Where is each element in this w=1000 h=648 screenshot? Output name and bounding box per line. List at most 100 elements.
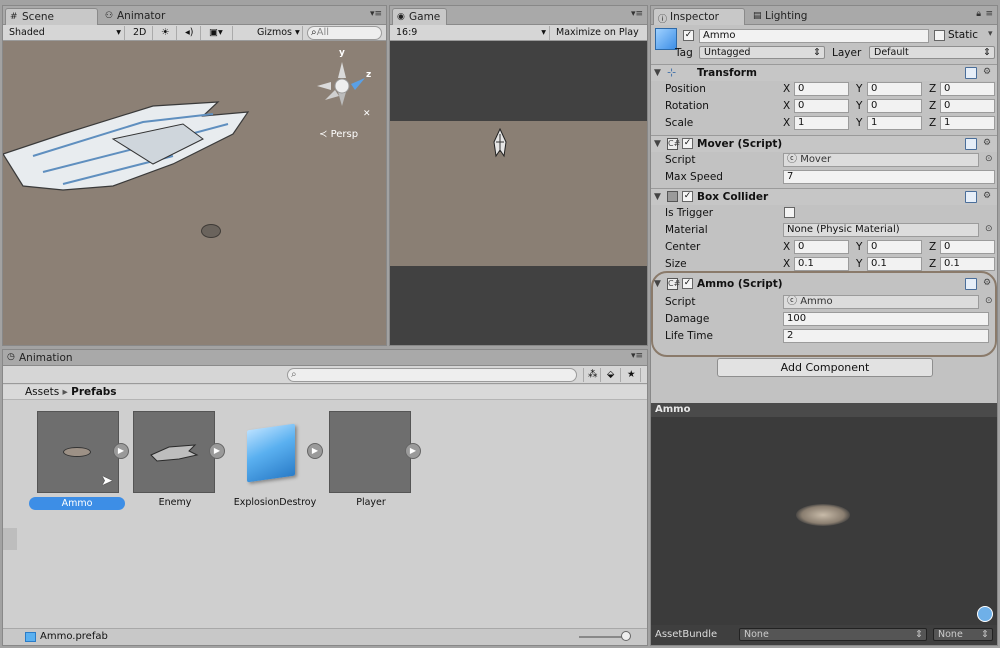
persp-label[interactable]: ≺ Persp (319, 129, 358, 140)
ammo-enabled-checkbox[interactable]: ✓ (682, 278, 693, 289)
scale-axis-y-label[interactable]: Y (856, 117, 862, 129)
assetbundle-variant-dropdown[interactable]: None ⇕ (933, 628, 993, 641)
gear-icon[interactable]: ⚙ (983, 67, 991, 77)
help-book-icon[interactable] (965, 278, 977, 290)
lifetime-field[interactable]: 2 (783, 329, 989, 343)
scale-z-field[interactable]: 1 (940, 116, 995, 130)
tab-game[interactable]: ◉ Game (392, 8, 448, 25)
position-y-field[interactable]: 0 (867, 82, 922, 96)
asset-tile-ammo[interactable]: ▶ ➤ Ammo (29, 411, 129, 511)
scale-axis-z-label[interactable]: Z (929, 117, 936, 129)
ammo-object[interactable] (201, 224, 221, 238)
material-field[interactable]: None (Physic Material) (783, 223, 979, 237)
object-picker-icon[interactable]: ⊙ (985, 224, 993, 234)
size-axis-x-label[interactable]: X (783, 258, 790, 270)
position-x-field[interactable]: 0 (794, 82, 849, 96)
center-y-field[interactable]: 0 (867, 240, 922, 254)
position-axis-y-label[interactable]: Y (856, 83, 862, 95)
rotation-z-field[interactable]: 0 (940, 99, 995, 113)
scale-axis-x-label[interactable]: X (783, 117, 790, 129)
player-ship-sprite[interactable] (491, 128, 509, 158)
object-name-field[interactable]: Ammo (699, 29, 929, 43)
center-axis-z-label[interactable]: Z (929, 241, 936, 253)
asset-tile-explosiondestroy[interactable]: ▶ ExplosionDestroy (229, 411, 327, 511)
static-checkbox[interactable] (934, 30, 945, 41)
spaceship-model[interactable] (3, 94, 263, 204)
play-arrow-icon[interactable]: ▶ (405, 443, 421, 459)
help-book-icon[interactable] (965, 138, 977, 150)
project-search-input[interactable]: ⌕ (287, 368, 577, 382)
maximize-on-play-toggle[interactable]: Maximize on Play (552, 26, 646, 40)
scene-search-input[interactable]: ⌕All (307, 26, 382, 40)
scene-panel-menu-icon[interactable]: ▾≡ (370, 9, 382, 19)
position-axis-z-label[interactable]: Z (929, 83, 936, 95)
foldout-arrow-icon[interactable]: ▼ (654, 68, 661, 78)
play-arrow-icon[interactable]: ▶ (307, 443, 323, 459)
size-y-field[interactable]: 0.1 (867, 257, 922, 271)
static-dropdown-icon[interactable]: ▾ (988, 29, 993, 39)
rotation-axis-z-label[interactable]: Z (929, 100, 936, 112)
foldout-arrow-icon[interactable]: ▼ (654, 192, 661, 202)
damage-field[interactable]: 100 (783, 312, 989, 326)
size-axis-y-label[interactable]: Y (856, 258, 862, 270)
foldout-arrow-icon[interactable]: ▼ (654, 139, 661, 149)
object-picker-icon[interactable]: ⊙ (985, 296, 993, 306)
tab-lighting[interactable]: ▤ Lighting (749, 8, 813, 25)
mover-script-field[interactable]: ⓒ Mover (783, 153, 979, 167)
ammo-script-header[interactable]: ▼ C# ✓ Ammo (Script) ⚙ (653, 276, 991, 293)
box-collider-header[interactable]: ▼ ✓ Box Collider ⚙ (651, 188, 997, 205)
2d-toggle[interactable]: 2D (129, 26, 153, 40)
preview-lighting-icon[interactable] (977, 606, 993, 622)
size-x-field[interactable]: 0.1 (794, 257, 849, 271)
center-z-field[interactable]: 0 (940, 240, 995, 254)
position-axis-x-label[interactable]: X (783, 83, 790, 95)
center-x-field[interactable]: 0 (794, 240, 849, 254)
filter-by-type-icon[interactable]: ⁂ (583, 368, 601, 382)
rotation-x-field[interactable]: 0 (794, 99, 849, 113)
gear-icon[interactable]: ⚙ (983, 278, 991, 288)
scale-x-field[interactable]: 1 (794, 116, 849, 130)
rotation-axis-y-label[interactable]: Y (856, 100, 862, 112)
size-z-field[interactable]: 0.1 (940, 257, 995, 271)
play-arrow-icon[interactable]: ▶ (209, 443, 225, 459)
breadcrumb-assets[interactable]: Assets (25, 386, 59, 398)
transform-header[interactable]: ▼ ⊹ Transform ⚙ (651, 64, 997, 81)
favorite-star-icon[interactable]: ★ (623, 368, 641, 382)
position-z-field[interactable]: 0 (940, 82, 995, 96)
asset-tile-player[interactable]: ▶ Player (327, 411, 425, 511)
tab-animator[interactable]: ⚇ Animator (101, 8, 171, 25)
breadcrumb-prefabs[interactable]: Prefabs (71, 386, 116, 398)
tag-dropdown[interactable]: Untagged ⇕ (699, 46, 825, 59)
gizmos-dropdown[interactable]: Gizmos ▾ (253, 26, 303, 40)
help-book-icon[interactable] (965, 67, 977, 79)
lighting-toggle-icon[interactable]: ☀ (157, 26, 177, 40)
tab-animation[interactable]: ◷ Animation (3, 350, 79, 366)
project-panel-menu-icon[interactable]: ▾≡ (631, 351, 643, 361)
assetbundle-dropdown[interactable]: None ⇕ (739, 628, 927, 641)
scale-y-field[interactable]: 1 (867, 116, 922, 130)
lock-icon[interactable]: 🔒︎ (976, 9, 981, 19)
tab-scene[interactable]: # Scene (5, 8, 98, 25)
help-book-icon[interactable] (965, 191, 977, 203)
max-speed-field[interactable]: 7 (783, 170, 995, 184)
box-collider-enabled-checkbox[interactable]: ✓ (682, 191, 693, 202)
is-trigger-checkbox[interactable] (784, 207, 795, 218)
ammo-script-field[interactable]: ⓒ Ammo (783, 295, 979, 309)
center-axis-x-label[interactable]: X (783, 241, 790, 253)
asset-tile-enemy[interactable]: ▶ Enemy (131, 411, 229, 511)
rotation-axis-x-label[interactable]: X (783, 100, 790, 112)
left-scroll-strip[interactable] (3, 528, 17, 550)
tab-inspector[interactable]: ⓘ Inspector (653, 8, 745, 25)
effects-dropdown-icon[interactable]: ▣▾ (205, 26, 233, 40)
game-panel-menu-icon[interactable]: ▾≡ (631, 9, 643, 19)
size-axis-z-label[interactable]: Z (929, 258, 936, 270)
gear-icon[interactable]: ⚙ (983, 191, 991, 201)
slider-handle[interactable] (621, 631, 631, 641)
layer-dropdown[interactable]: Default ⇕ (869, 46, 995, 59)
mover-header[interactable]: ▼ C# ✓ Mover (Script) ⚙ (651, 135, 997, 152)
inspector-menu-icon[interactable]: ≡ (985, 9, 993, 19)
audio-toggle-icon[interactable]: ◂) (181, 26, 201, 40)
active-checkbox[interactable]: ✓ (683, 30, 694, 41)
gear-icon[interactable]: ⚙ (983, 138, 991, 148)
center-axis-y-label[interactable]: Y (856, 241, 862, 253)
